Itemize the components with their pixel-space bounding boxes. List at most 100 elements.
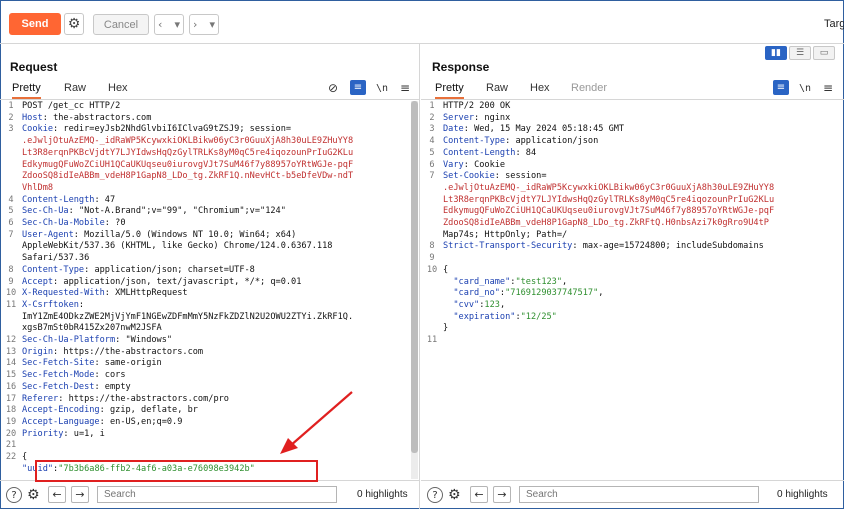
- header-value: the-abstractors.com: [47, 112, 152, 123]
- tab-hex[interactable]: Hex: [530, 82, 550, 94]
- layout-single-icon[interactable]: ▭: [813, 46, 835, 60]
- code-line: 6 Sec-Ch-Ua-Mobile: ?0: [0, 218, 419, 230]
- help-icon[interactable]: ?: [6, 487, 22, 503]
- code-line: ZdooSQ8idIeABBm_vdeH8P1GapN8_LDo_tg.ZkRF…: [421, 218, 844, 230]
- header-name: Strict-Transport-Security: [443, 241, 573, 252]
- response-pane: Response ▮▮ ☰ ▭ Pretty Raw Hex Render ≡ …: [421, 44, 844, 509]
- header-line: Accept: application/json, text/javascrip…: [22, 276, 302, 287]
- gear-icon[interactable]: ⚙: [448, 487, 461, 503]
- line-number: [421, 288, 443, 300]
- request-search-input[interactable]: [97, 486, 337, 503]
- search-prev-button[interactable]: ←: [48, 486, 66, 503]
- tab-render[interactable]: Render: [571, 82, 607, 94]
- response-tabs: Pretty Raw Hex Render ≡ \n ≡: [421, 78, 844, 100]
- layout-split-icon[interactable]: ▮▮: [765, 46, 787, 60]
- cookie-value: EdkymugQFuWoZCiUH1QCaUKUqseu0iurovgVJt7S…: [22, 159, 354, 170]
- newline-toggle-icon[interactable]: \n: [799, 83, 811, 94]
- line-number: 3: [429, 124, 435, 135]
- history-forward-button[interactable]: › ▾: [189, 14, 219, 35]
- line-number: 5: [429, 147, 435, 158]
- code-line: 11 X-Csrftoken:: [0, 300, 419, 312]
- header-name: Sec-Fetch-Mode: [22, 370, 95, 381]
- response-search-input[interactable]: [519, 486, 759, 503]
- line-number: 1: [429, 101, 435, 111]
- code-line: "expiration":"12/25": [421, 312, 844, 324]
- chevron-right-icon: ›: [193, 18, 198, 31]
- header-value: ?0: [109, 218, 126, 229]
- tab-pretty[interactable]: Pretty: [12, 82, 41, 99]
- json-comma: ,: [499, 299, 506, 310]
- gear-icon[interactable]: ⚙: [64, 13, 84, 35]
- tab-hex[interactable]: Hex: [108, 82, 128, 94]
- menu-icon[interactable]: ≡: [400, 81, 410, 95]
- cookie-value: VhlDm8: [22, 182, 54, 193]
- cancel-button[interactable]: Cancel: [93, 14, 149, 35]
- header-name: Sec-Ch-Ua-Platform: [22, 335, 116, 346]
- send-button[interactable]: Send: [9, 13, 61, 35]
- header-value: redir=eyJsb2NhdGlvbiI6IClvaG9tZSJ9; sess…: [58, 124, 292, 135]
- code-text: Safari/537.36: [22, 253, 90, 264]
- line-number: [0, 241, 22, 253]
- json-entry: "cvv":123,: [443, 300, 505, 312]
- format-list-icon[interactable]: ≡: [773, 80, 789, 95]
- format-list-icon[interactable]: ≡: [350, 80, 366, 95]
- annotation-highlight-box: [35, 460, 318, 482]
- gear-icon[interactable]: ⚙: [27, 487, 40, 503]
- code-line: ImY1ZmE4ODkzZWE2MjVjYmF1NGEwZDFmMmY5NzFk…: [0, 312, 419, 324]
- response-search-bar: ? ⚙ ← → 0 highlights: [421, 480, 844, 509]
- menu-icon[interactable]: ≡: [823, 81, 833, 95]
- header-line: Date: Wed, 15 May 2024 05:18:45 GMT: [443, 124, 625, 135]
- json-value: "12/25": [520, 311, 557, 322]
- header-line: Sec-Ch-Ua-Mobile: ?0: [22, 218, 126, 229]
- search-prev-button[interactable]: ←: [470, 486, 488, 503]
- line-number: 2: [429, 112, 435, 123]
- line-number: 20: [5, 428, 17, 439]
- code-line: 13 Origin: https://the-abstractors.com: [0, 347, 419, 359]
- code-text: Map74s; HttpOnly; Path=/: [443, 229, 568, 240]
- response-highlights-count: 0 highlights: [777, 489, 828, 500]
- header-value: cors: [99, 370, 126, 381]
- line-number: 4: [429, 136, 435, 147]
- request-scrollbar[interactable]: [411, 101, 418, 479]
- hide-eye-icon[interactable]: ⊘: [328, 81, 338, 95]
- newline-toggle-icon[interactable]: \n: [376, 83, 388, 94]
- header-value: gzip, deflate, br: [104, 405, 198, 416]
- header-line: Sec-Ch-Ua: "Not-A.Brand";v="99", "Chromi…: [22, 206, 286, 217]
- line-number: [0, 312, 22, 324]
- line-number: 7: [8, 229, 14, 240]
- cookie-value: ZdooSQ8idIeABBm_vdeH8P1GapN8_LDo_tg.ZkRF…: [22, 171, 354, 182]
- layout-stacked-icon[interactable]: ☰: [789, 46, 811, 60]
- code-line: "card_name":"test123",: [421, 277, 844, 289]
- code-line: 5 Sec-Ch-Ua: "Not-A.Brand";v="99", "Chrom…: [0, 206, 419, 218]
- json-value: "7169129037747517": [505, 288, 599, 299]
- annotation-arrow-icon: [280, 391, 353, 454]
- line-number: 21: [5, 440, 17, 451]
- tab-raw[interactable]: Raw: [486, 82, 508, 94]
- json-comma: ,: [598, 288, 604, 299]
- json-entry: "card_name":"test123",: [443, 277, 567, 289]
- code-text: ImY1ZmE4ODkzZWE2MjVjYmF1NGEwZDFmMmY5NzFk…: [22, 311, 354, 322]
- header-value: XMLHttpRequest: [109, 288, 188, 299]
- cookie-value: Lt3R8erqnPKBcVjdtY7LJYIdwsHqQzGylTRLKs8y…: [443, 194, 775, 205]
- line-number: 17: [5, 393, 17, 404]
- help-icon[interactable]: ?: [427, 487, 443, 503]
- tab-raw[interactable]: Raw: [64, 82, 86, 94]
- search-next-button[interactable]: →: [71, 486, 89, 503]
- request-scroll-thumb[interactable]: [411, 101, 418, 453]
- search-next-button[interactable]: →: [493, 486, 511, 503]
- header-line: Sec-Fetch-Mode: cors: [22, 370, 126, 381]
- response-editor[interactable]: 1 HTTP/2 200 OK 2 Server: nginx 3 Date: Wed, …: [421, 101, 844, 479]
- json-entry: "card_no":"7169129037747517",: [443, 288, 603, 300]
- header-value: nginx: [479, 112, 511, 123]
- tab-pretty[interactable]: Pretty: [435, 82, 464, 99]
- history-back-button[interactable]: ‹ ▾: [154, 14, 184, 35]
- header-value: same-origin: [99, 358, 162, 369]
- code-text: {: [443, 264, 449, 275]
- header-line: X-Csrftoken:: [22, 299, 85, 310]
- line-number: [421, 230, 443, 242]
- line-number: 14: [5, 358, 17, 369]
- header-name: Priority: [22, 428, 64, 439]
- code-text: {: [22, 452, 28, 463]
- line-number: 13: [5, 346, 17, 357]
- code-line: Lt3R8erqnPKBcVjdtY7LJYIdwsHqQzGylTRLKs8y…: [0, 148, 419, 160]
